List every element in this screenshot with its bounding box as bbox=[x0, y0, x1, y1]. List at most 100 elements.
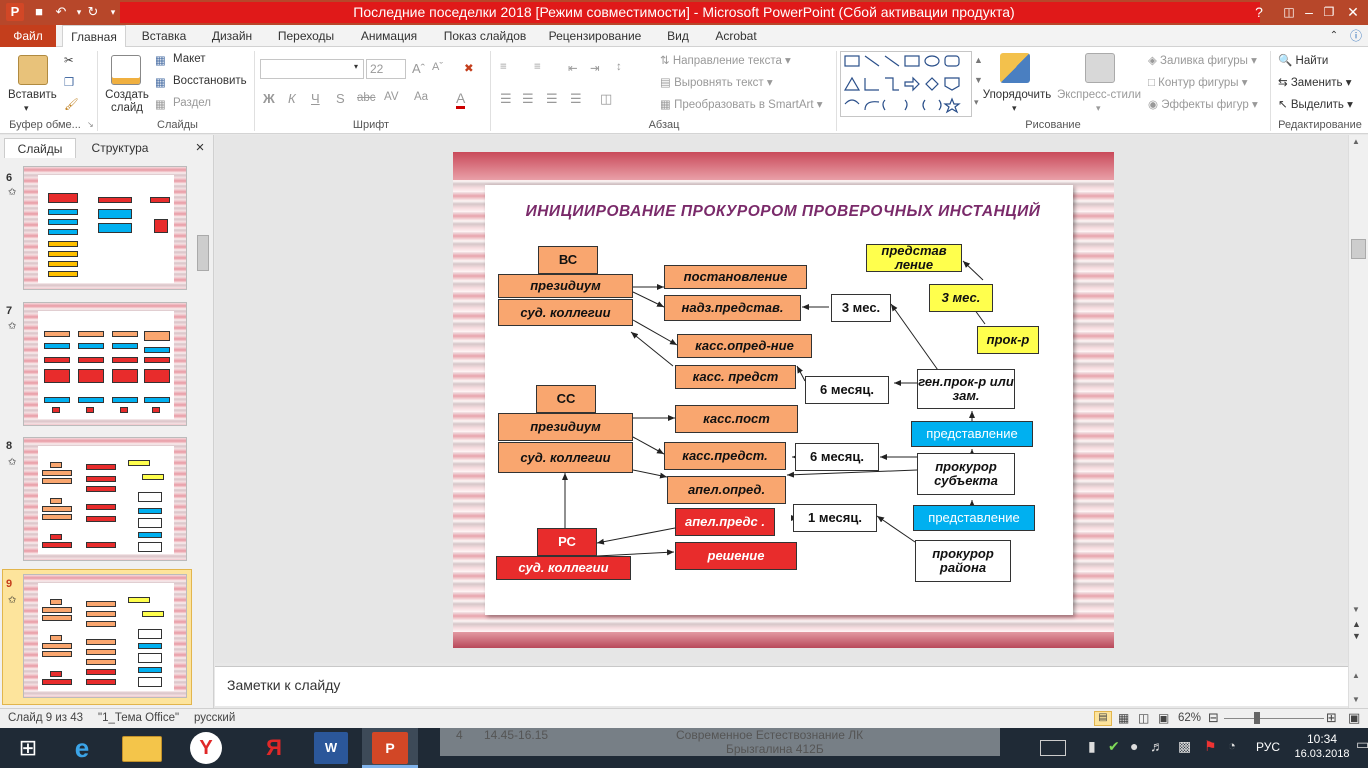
help-question-icon[interactable]: ⓘ bbox=[1346, 25, 1366, 47]
find-button[interactable]: 🔍 Найти bbox=[1278, 53, 1328, 67]
shadow-button[interactable]: S bbox=[336, 91, 345, 106]
powerpoint-icon[interactable]: P bbox=[372, 732, 408, 764]
replace-button[interactable]: ⇆ Заменить ▾ bbox=[1278, 75, 1352, 89]
tab-review[interactable]: Рецензирование bbox=[542, 25, 648, 47]
shape-effects-button[interactable]: ◉ Эффекты фигур ▾ bbox=[1148, 97, 1258, 111]
tab-outline[interactable]: Структура bbox=[82, 138, 158, 158]
keyboard-icon[interactable] bbox=[1040, 740, 1066, 756]
close-panel-icon[interactable]: × bbox=[192, 138, 208, 158]
arrange-icon[interactable] bbox=[1000, 53, 1030, 83]
vs-box[interactable]: ВС bbox=[538, 246, 598, 274]
tray-app-icon[interactable]: ◔ bbox=[1228, 738, 1236, 753]
security-check-icon[interactable]: ✔ bbox=[1108, 738, 1120, 755]
redo-icon[interactable]: ↻ bbox=[84, 3, 102, 21]
prokuror-rayona-box[interactable]: прокурор района bbox=[915, 540, 1011, 582]
previous-slide-icon[interactable]: ▲ bbox=[1352, 619, 1361, 629]
numbering-icon[interactable]: ≡ bbox=[534, 61, 541, 73]
select-button[interactable]: ↖ Выделить ▾ bbox=[1278, 97, 1353, 111]
fit-slide-icon[interactable]: ▣ bbox=[1348, 710, 1360, 726]
reset-button[interactable]: Восстановить bbox=[173, 75, 247, 87]
new-slide-button[interactable]: Создать слайд bbox=[104, 89, 150, 115]
layout-button[interactable]: Макет bbox=[173, 53, 206, 65]
ss-presidium-box[interactable]: президиум bbox=[498, 413, 633, 441]
speaker-icon[interactable]: ♬ bbox=[1150, 738, 1164, 754]
tab-slideshow[interactable]: Показ слайдов bbox=[436, 25, 534, 47]
bold-button[interactable]: Ж bbox=[263, 91, 275, 106]
align-center-icon[interactable]: ☰ bbox=[522, 91, 534, 107]
tab-slides[interactable]: Слайды bbox=[4, 138, 76, 158]
slides-panel-scroll-thumb[interactable] bbox=[197, 235, 209, 271]
smartart-button[interactable]: ▦ Преобразовать в SmartArt ▾ bbox=[660, 97, 823, 111]
slide-thumbnail-9[interactable] bbox=[23, 574, 187, 698]
reshenie-box[interactable]: решение bbox=[675, 542, 797, 570]
postanovlenie-box[interactable]: постановление bbox=[664, 265, 807, 289]
next-slide-icon[interactable]: ▼ bbox=[1352, 631, 1361, 641]
rs-sud-kollegii-box[interactable]: суд. коллегии bbox=[496, 556, 631, 580]
predstavlenie-blue-box-1[interactable]: представление bbox=[911, 421, 1033, 447]
start-windows-icon[interactable]: ⊞ bbox=[6, 732, 50, 764]
battery-icon[interactable]: ▮ bbox=[1088, 738, 1096, 755]
kass-opred-box[interactable]: касс.опред-ние bbox=[677, 334, 812, 358]
scroll-down-icon[interactable]: ▼ bbox=[1352, 605, 1360, 614]
action-center-icon[interactable]: ▭ bbox=[1356, 736, 1368, 753]
prokuror-subekta-box[interactable]: прокурор субъекта bbox=[917, 453, 1015, 495]
microphone-icon[interactable]: ● bbox=[1130, 738, 1138, 754]
slide-canvas[interactable]: ИНИЦИИРОВАНИЕ ПРОКУРОРОМ ПРОВЕРОЧНЫХ ИНС… bbox=[453, 152, 1114, 648]
tab-transitions[interactable]: Переходы bbox=[270, 25, 342, 47]
language-indicator[interactable]: русский bbox=[194, 712, 235, 724]
zoom-in-icon[interactable]: ⊞ bbox=[1326, 710, 1337, 726]
slide-thumbnail-6[interactable] bbox=[23, 166, 187, 290]
gen-prokuror-box[interactable]: ген.прок-р или зам. bbox=[917, 369, 1015, 409]
font-size-input[interactable]: 22 bbox=[366, 59, 406, 79]
increase-indent-icon[interactable]: ⇥ bbox=[590, 61, 600, 75]
scroll-thumb[interactable] bbox=[1351, 239, 1366, 259]
nadz-predstav-box[interactable]: надз.представ. bbox=[664, 295, 801, 321]
font-color-button[interactable]: A bbox=[456, 90, 466, 109]
clock-time[interactable]: 10:34 bbox=[1296, 732, 1348, 746]
paste-dropdown-icon[interactable]: ▾ bbox=[24, 103, 29, 114]
paste-icon[interactable] bbox=[18, 55, 48, 85]
notes-scroll-up-icon[interactable]: ▲ bbox=[1352, 671, 1360, 680]
decrease-indent-icon[interactable]: ⇤ bbox=[568, 61, 578, 75]
clock-date[interactable]: 16.03.2018 bbox=[1292, 748, 1352, 760]
kass-predst-box[interactable]: касс. предст bbox=[675, 365, 796, 389]
tab-animation[interactable]: Анимация bbox=[352, 25, 426, 47]
collapse-ribbon-icon[interactable]: ⌃ bbox=[1324, 25, 1344, 47]
tab-acrobat[interactable]: Acrobat bbox=[706, 25, 766, 47]
ss-box[interactable]: СС bbox=[536, 385, 596, 413]
underline-button[interactable]: Ч bbox=[311, 91, 320, 106]
yandex-browser-icon[interactable]: Y bbox=[190, 732, 222, 764]
quick-styles-button[interactable]: Экспресс-стили bbox=[1056, 89, 1142, 101]
tab-insert[interactable]: Вставка bbox=[134, 25, 194, 47]
slide-vertical-scrollbar[interactable]: ▲ ▼ ▲ ▼ ▲ ▼ bbox=[1348, 135, 1368, 708]
text-direction-button[interactable]: ⇅ Направление текста ▾ bbox=[660, 53, 791, 67]
six-months-box-1[interactable]: 6 месяц. bbox=[805, 376, 889, 404]
network-icon[interactable]: ▩ bbox=[1178, 738, 1191, 755]
strikethrough-button[interactable]: abc bbox=[357, 92, 376, 104]
slide-thumbnail-7[interactable] bbox=[23, 302, 187, 426]
predstavlenie-blue-box-2[interactable]: представление bbox=[913, 505, 1035, 531]
file-explorer-icon[interactable] bbox=[122, 736, 162, 762]
clear-formatting-icon[interactable]: ✖ bbox=[464, 61, 474, 75]
reading-view-icon[interactable]: ◫ bbox=[1138, 711, 1149, 725]
justify-icon[interactable]: ☰ bbox=[570, 91, 582, 107]
notification-flag-icon[interactable]: ⚑ bbox=[1204, 738, 1217, 755]
predstavlenie-yellow-box[interactable]: представ ление bbox=[866, 244, 962, 272]
tab-file[interactable]: Файл bbox=[0, 25, 56, 47]
apel-preds-box[interactable]: апел.предс . bbox=[675, 508, 775, 536]
bullets-icon[interactable]: ≡ bbox=[500, 61, 507, 73]
save-icon[interactable]: ■ bbox=[30, 3, 48, 21]
undo-icon[interactable]: ↶ bbox=[52, 3, 70, 21]
internet-explorer-icon[interactable]: e bbox=[60, 732, 104, 764]
ss-sud-kollegii-box[interactable]: суд. коллегии bbox=[498, 442, 633, 473]
zoom-out-icon[interactable]: ⊟ bbox=[1208, 710, 1219, 726]
zoom-slider[interactable] bbox=[1224, 718, 1324, 719]
shapes-scroll-up-icon[interactable]: ▲ bbox=[974, 55, 983, 65]
tab-design[interactable]: Дизайн bbox=[202, 25, 262, 47]
notes-pane[interactable]: Заметки к слайду bbox=[215, 666, 1348, 706]
shape-outline-button[interactable]: □ Контур фигуры ▾ bbox=[1148, 75, 1248, 89]
yandex-icon[interactable]: Я bbox=[252, 732, 296, 764]
shrink-font-icon[interactable]: Aˇ bbox=[432, 61, 443, 73]
slide-sorter-icon[interactable]: ▦ bbox=[1118, 711, 1129, 725]
shapes-gallery[interactable] bbox=[840, 51, 972, 117]
